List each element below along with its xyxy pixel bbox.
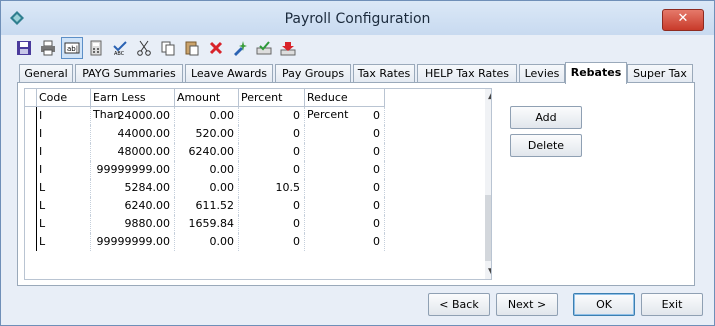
cell-earn-less-than[interactable]: 24000.00 <box>91 107 175 125</box>
scroll-down-icon[interactable]: ▼ <box>488 267 491 277</box>
title-bar: Payroll Configuration ✕ <box>1 1 714 35</box>
cell-code[interactable]: I <box>37 107 91 125</box>
grid-vertical-scrollbar[interactable]: ▲ ▼ <box>485 89 491 279</box>
tab-tax-rates[interactable]: Tax Rates <box>353 64 415 83</box>
cell-earn-less-than[interactable]: 5284.00 <box>91 179 175 197</box>
row-selector[interactable] <box>25 143 37 161</box>
cell-percent[interactable]: 0 <box>239 143 305 161</box>
close-button[interactable]: ✕ <box>662 9 704 31</box>
download-icon[interactable] <box>277 37 299 59</box>
cell-code[interactable]: I <box>37 161 91 179</box>
tab-help-tax-rates[interactable]: HELP Tax Rates <box>417 64 517 83</box>
copy-icon[interactable] <box>157 37 179 59</box>
svg-text:ab|: ab| <box>67 45 78 53</box>
approve-icon[interactable] <box>253 37 275 59</box>
row-selector[interactable] <box>25 125 37 143</box>
column-header-amount[interactable]: Amount <box>175 89 239 107</box>
column-header-earn-less-than[interactable]: Earn Less Than <box>91 89 175 121</box>
edit-field-icon[interactable]: ab| <box>61 37 83 59</box>
cell-amount[interactable]: 0.00 <box>175 161 239 179</box>
cell-reduce-percent[interactable]: 0 <box>305 125 385 143</box>
column-header-code[interactable]: Code <box>37 89 91 107</box>
cell-amount[interactable]: 1659.84 <box>175 215 239 233</box>
cell-percent[interactable]: 0 <box>239 161 305 179</box>
tab-payg-summaries[interactable]: PAYG Summaries <box>75 64 183 83</box>
cell-amount[interactable]: 0.00 <box>175 179 239 197</box>
scroll-up-icon[interactable]: ▲ <box>488 91 491 101</box>
cell-reduce-percent[interactable]: 0 <box>305 161 385 179</box>
tab-super-tax[interactable]: Super Tax <box>627 64 693 83</box>
cell-amount[interactable]: 520.00 <box>175 125 239 143</box>
tab-general[interactable]: General <box>19 64 73 83</box>
cell-reduce-percent[interactable]: 0 <box>305 233 385 251</box>
cell-percent[interactable]: 0 <box>239 125 305 143</box>
calculator-icon[interactable] <box>85 37 107 59</box>
cell-earn-less-than[interactable]: 99999999.00 <box>91 161 175 179</box>
cell-code[interactable]: L <box>37 179 91 197</box>
row-selector[interactable] <box>25 161 37 179</box>
cell-earn-less-than[interactable]: 6240.00 <box>91 197 175 215</box>
cut-icon[interactable] <box>133 37 155 59</box>
cell-earn-less-than[interactable]: 48000.00 <box>91 143 175 161</box>
cell-earn-less-than[interactable]: 99999999.00 <box>91 233 175 251</box>
ok-button[interactable]: OK <box>573 293 635 316</box>
cell-percent[interactable]: 0 <box>239 215 305 233</box>
cell-percent[interactable]: 10.5 <box>239 179 305 197</box>
row-selector[interactable] <box>25 107 37 125</box>
window-title: Payroll Configuration <box>284 11 431 27</box>
cell-earn-less-than[interactable]: 44000.00 <box>91 125 175 143</box>
rebates-grid[interactable]: Code Earn Less Than Amount Percent Reduc… <box>24 88 492 280</box>
toolbar: ab| ABC <box>9 35 709 61</box>
tab-rebates[interactable]: Rebates <box>565 62 627 84</box>
cell-amount[interactable]: 0.00 <box>175 107 239 125</box>
spellcheck-icon[interactable]: ABC <box>109 37 131 59</box>
row-selector[interactable] <box>25 197 37 215</box>
tab-leave-awards[interactable]: Leave Awards <box>185 64 273 83</box>
tab-pay-groups[interactable]: Pay Groups <box>275 64 351 83</box>
back-button[interactable]: < Back <box>428 293 490 316</box>
scrollbar-thumb[interactable] <box>485 195 491 261</box>
delete-icon[interactable] <box>205 37 227 59</box>
payroll-configuration-window: Payroll Configuration ✕ ab| ABC General … <box>0 0 715 326</box>
row-selector-header <box>25 89 37 107</box>
next-button[interactable]: Next > <box>496 293 558 316</box>
row-selector[interactable] <box>25 215 37 233</box>
cell-reduce-percent[interactable]: 0 <box>305 215 385 233</box>
exit-button[interactable]: Exit <box>641 293 703 316</box>
print-icon[interactable] <box>37 37 59 59</box>
cell-percent[interactable]: 0 <box>239 233 305 251</box>
wizard-icon[interactable] <box>229 37 251 59</box>
row-selector[interactable] <box>25 179 37 197</box>
cell-amount[interactable]: 611.52 <box>175 197 239 215</box>
cell-percent[interactable]: 0 <box>239 107 305 125</box>
add-button[interactable]: Add <box>510 106 582 129</box>
save-icon[interactable] <box>13 37 35 59</box>
cell-code[interactable]: I <box>37 125 91 143</box>
cell-code[interactable]: I <box>37 143 91 161</box>
svg-text:ABC: ABC <box>114 51 125 56</box>
row-selector[interactable] <box>25 233 37 251</box>
paste-icon[interactable] <box>181 37 203 59</box>
column-header-percent[interactable]: Percent <box>239 89 305 107</box>
cell-amount[interactable]: 0.00 <box>175 233 239 251</box>
tab-levies[interactable]: Levies <box>519 64 565 83</box>
column-header-reduce-percent[interactable]: Reduce Percent <box>305 89 385 121</box>
cell-code[interactable]: L <box>37 197 91 215</box>
rebates-panel: Code Earn Less Than Amount Percent Reduc… <box>17 82 695 286</box>
cell-earn-less-than[interactable]: 9880.00 <box>91 215 175 233</box>
cell-percent[interactable]: 0 <box>239 197 305 215</box>
cell-code[interactable]: L <box>37 215 91 233</box>
cell-code[interactable]: L <box>37 233 91 251</box>
cell-reduce-percent[interactable]: 0 <box>305 143 385 161</box>
cell-reduce-percent[interactable]: 0 <box>305 179 385 197</box>
cell-amount[interactable]: 6240.00 <box>175 143 239 161</box>
cell-reduce-percent[interactable]: 0 <box>305 197 385 215</box>
cell-reduce-percent[interactable]: 0 <box>305 107 385 125</box>
delete-button[interactable]: Delete <box>510 134 582 157</box>
